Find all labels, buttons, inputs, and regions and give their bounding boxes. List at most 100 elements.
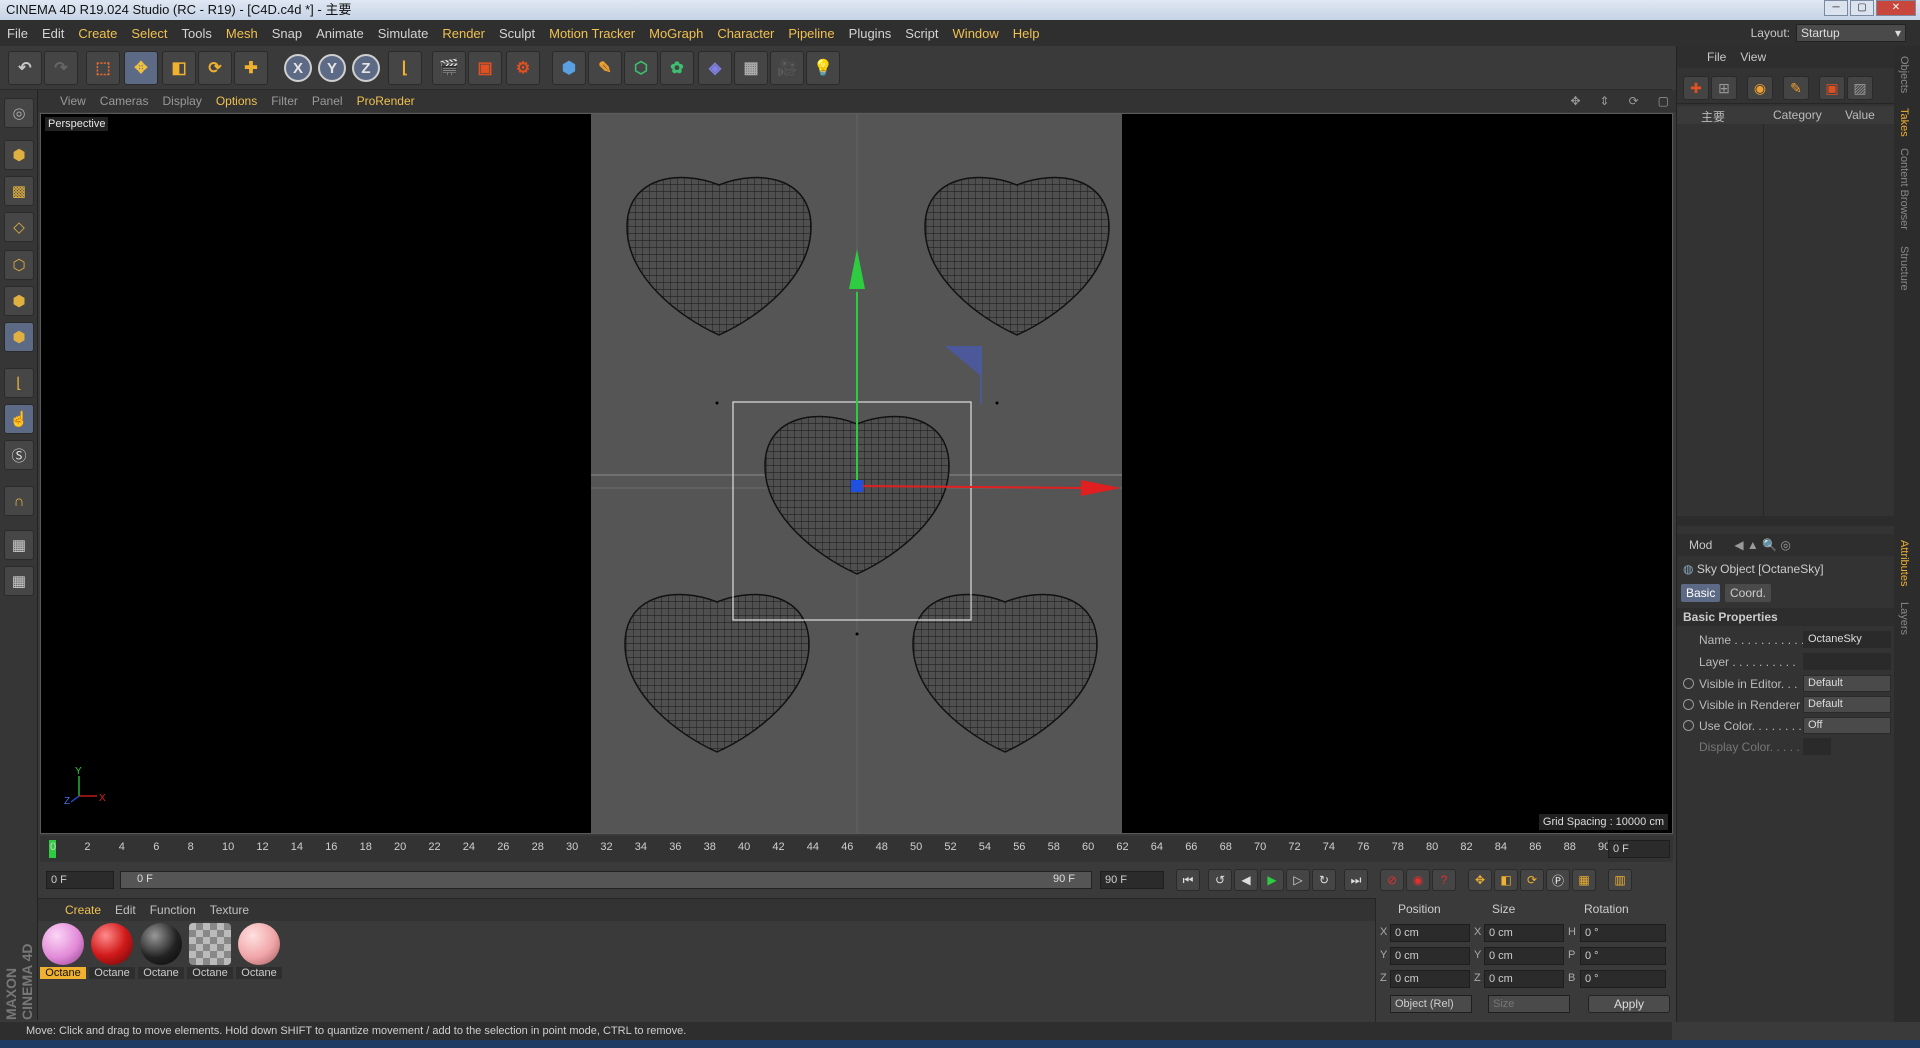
visible-editor-radio[interactable] [1683, 678, 1694, 689]
polygons-mode-icon[interactable]: ⬢ [4, 322, 34, 352]
menu-create[interactable]: Create [71, 26, 124, 41]
render-picture-viewer-icon[interactable]: ▣ [468, 51, 502, 85]
side-tab-attributes[interactable]: Attributes [1898, 540, 1910, 586]
vp-menu-filter[interactable]: Filter [264, 94, 305, 108]
play-icon[interactable]: ▶ [1260, 869, 1284, 891]
size-y-field[interactable]: 0 cm [1484, 947, 1564, 965]
takes-scrollbar[interactable] [1677, 516, 1895, 526]
goto-end-icon[interactable]: ⏭ [1344, 869, 1368, 891]
size-z-field[interactable]: 0 cm [1484, 970, 1564, 988]
close-button[interactable]: ✕ [1876, 0, 1916, 16]
take-auto-icon[interactable]: ✎ [1783, 76, 1809, 100]
z-axis-lock-icon[interactable]: Z [352, 54, 380, 82]
z-axis-handle[interactable] [851, 480, 863, 492]
mat-menu-create[interactable]: Create [58, 903, 108, 917]
render-settings-icon[interactable]: ⚙ [506, 51, 540, 85]
cloner-icon[interactable]: ✿ [660, 51, 694, 85]
cube-object-icon[interactable]: ⬢ [552, 51, 586, 85]
vp-menu-options[interactable]: Options [209, 94, 264, 108]
pen-spline-icon[interactable]: ✎ [588, 51, 622, 85]
goto-start-icon[interactable]: ⏮ [1176, 869, 1200, 891]
menu-mesh[interactable]: Mesh [219, 26, 265, 41]
start-frame-field[interactable]: 0 F [46, 871, 114, 889]
menu-sculpt[interactable]: Sculpt [492, 26, 542, 41]
size-x-field[interactable]: 0 cm [1484, 924, 1564, 942]
prop-use-color-select[interactable]: Off [1803, 717, 1891, 734]
floor-icon[interactable]: ▦ [734, 51, 768, 85]
prop-display-color-swatch[interactable] [1803, 738, 1831, 755]
next-key-icon[interactable]: ↻ [1312, 869, 1336, 891]
prev-key-icon[interactable]: ↺ [1208, 869, 1232, 891]
prop-name-field[interactable]: OctaneSky [1803, 631, 1891, 648]
undo-icon[interactable]: ↶ [8, 51, 42, 85]
mat-menu-function[interactable]: Function [143, 903, 203, 917]
take-render-icon[interactable]: ▣ [1819, 76, 1845, 100]
autokey-icon[interactable]: ◉ [1406, 869, 1430, 891]
magnet-icon[interactable]: ∩ [4, 486, 34, 516]
menu-snap[interactable]: Snap [265, 26, 309, 41]
render-view-icon[interactable]: 🎬 [432, 51, 466, 85]
key-pla-icon[interactable]: ▦ [1572, 869, 1596, 891]
light-icon[interactable]: 💡 [806, 51, 840, 85]
make-editable-icon[interactable]: ◎ [4, 98, 34, 128]
rot-b-field[interactable]: 0 ° [1580, 970, 1666, 988]
prop-visible-editor-select[interactable]: Default [1803, 675, 1891, 692]
key-rotation-icon[interactable]: ⟳ [1520, 869, 1544, 891]
model-mode-icon[interactable]: ⬢ [4, 140, 34, 170]
rotate-tool-icon[interactable]: ⟳ [198, 51, 232, 85]
use-color-radio[interactable] [1683, 720, 1694, 731]
menu-animate[interactable]: Animate [309, 26, 371, 41]
timeline-window-icon[interactable]: ▥ [1608, 869, 1632, 891]
maximize-button[interactable]: ▢ [1850, 0, 1874, 16]
tweak-mode-icon[interactable]: ☝ [4, 404, 34, 434]
move-tool-icon[interactable]: ✥ [124, 51, 158, 85]
timeline-ruler[interactable]: 0 2 4 6 8 10 12 14 16 18 20 22 24 26 28 30 32 34 36 38 40 42 4… [40, 836, 1673, 862]
deformer-icon[interactable]: ◈ [698, 51, 732, 85]
side-tab-objects[interactable]: Objects [1898, 56, 1910, 93]
om-menu-view[interactable]: View [1740, 50, 1766, 64]
keyframe-selection-icon[interactable]: ? [1432, 869, 1456, 891]
texture-mode-icon[interactable]: ▩ [4, 176, 34, 206]
apply-button[interactable]: Apply [1588, 995, 1670, 1013]
menu-edit[interactable]: Edit [35, 26, 71, 41]
menu-help[interactable]: Help [1006, 26, 1047, 41]
menu-select[interactable]: Select [124, 26, 174, 41]
axis-mode-icon[interactable]: ⌊ [4, 368, 34, 398]
scale-tool-icon[interactable]: ◧ [162, 51, 196, 85]
key-parameter-icon[interactable]: Ⓟ [1546, 869, 1570, 891]
subdivision-surface-icon[interactable]: ⬡ [624, 51, 658, 85]
side-tab-takes[interactable]: Takes [1898, 108, 1910, 137]
menu-tools[interactable]: Tools [175, 26, 219, 41]
menu-render[interactable]: Render [435, 26, 492, 41]
side-tab-layers[interactable]: Layers [1898, 602, 1910, 635]
take-add-icon[interactable]: ⊞ [1711, 76, 1737, 100]
pos-y-field[interactable]: 0 cm [1390, 947, 1470, 965]
om-menu-file[interactable]: File [1707, 50, 1726, 64]
take-override-icon[interactable]: ◉ [1747, 76, 1773, 100]
recent-tools-icon[interactable]: ✚ [234, 51, 268, 85]
menu-mograph[interactable]: MoGraph [642, 26, 710, 41]
menu-simulate[interactable]: Simulate [371, 26, 436, 41]
x-axis-lock-icon[interactable]: X [284, 54, 312, 82]
vp-menu-prorender[interactable]: ProRender [350, 94, 422, 108]
frame-range-slider[interactable]: 0 F 90 F [120, 871, 1092, 889]
tab-coord[interactable]: Coord. [1725, 584, 1772, 602]
workplane-icon[interactable]: ◇ [4, 212, 34, 242]
next-frame-icon[interactable]: ▷ [1286, 869, 1310, 891]
lock-workplane-icon[interactable]: ▦ [4, 530, 34, 560]
vp-menu-cameras[interactable]: Cameras [93, 94, 156, 108]
current-frame-field[interactable]: 0 F [1608, 840, 1670, 858]
menu-plugins[interactable]: Plugins [842, 26, 899, 41]
menu-window[interactable]: Window [946, 26, 1006, 41]
take-new-icon[interactable]: ✚ [1683, 76, 1709, 100]
menu-pipeline[interactable]: Pipeline [781, 26, 841, 41]
coordinate-system-icon[interactable]: ⌊ [388, 51, 422, 85]
live-selection-icon[interactable]: ⬚ [86, 51, 120, 85]
coord-mode-select[interactable]: Object (Rel) [1390, 995, 1472, 1013]
mat-menu-edit[interactable]: Edit [108, 903, 143, 917]
vp-menu-panel[interactable]: Panel [305, 94, 350, 108]
material-swatch-5[interactable]: Octane [236, 923, 282, 981]
tab-basic[interactable]: Basic [1681, 584, 1721, 602]
vp-menu-display[interactable]: Display [155, 94, 208, 108]
visible-renderer-radio[interactable] [1683, 699, 1694, 710]
